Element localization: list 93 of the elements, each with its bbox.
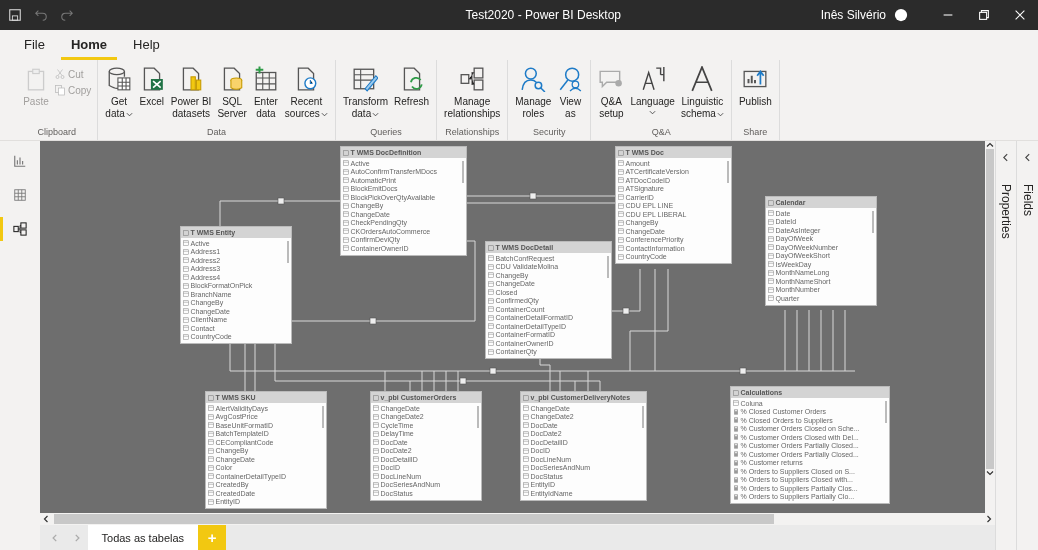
scroll-down-icon[interactable] [985, 469, 994, 477]
relationship-line[interactable] [274, 341, 600, 392]
caret-icon [125, 110, 133, 118]
calculator-icon [732, 408, 739, 415]
caret-icon [320, 110, 328, 118]
ribbon-button[interactable]: Recent sources [281, 66, 331, 120]
report-view-icon[interactable] [12, 154, 27, 168]
pane-label[interactable]: Properties [998, 184, 1013, 239]
caret-icon [372, 110, 380, 118]
table-icon [732, 389, 739, 396]
scrollbar-thumb[interactable] [726, 161, 729, 183]
group-label: Security [532, 127, 567, 139]
caret-icon [716, 110, 724, 118]
table-icon [487, 244, 494, 251]
relationship-line[interactable] [539, 356, 550, 392]
column-icon [522, 490, 529, 497]
page-tab[interactable]: Todas as tabelas [87, 525, 199, 550]
relationship-line[interactable] [229, 341, 855, 375]
table-icon [767, 199, 774, 206]
column-icon [767, 295, 774, 302]
schema-icon [689, 66, 716, 92]
ribbon-button[interactable]: Power BI datasets [167, 66, 215, 120]
ribbon-button[interactable]: Excel [135, 66, 168, 108]
table-icon [372, 394, 379, 401]
ribbon-button[interactable]: Get data [102, 66, 136, 120]
pane-label[interactable]: Fields [1020, 184, 1035, 216]
model-view-icon[interactable] [12, 222, 27, 236]
ribbon-button[interactable]: Linguistic schema [677, 66, 727, 120]
redo-icon[interactable] [60, 8, 74, 22]
ribbon-button[interactable]: Publish [735, 66, 775, 108]
ribbon-button[interactable]: Manage roles [512, 66, 555, 120]
horizontal-scrollbar-thumb[interactable] [53, 514, 774, 524]
scissors-icon [54, 68, 66, 80]
table-icon [182, 229, 189, 236]
table-icon [522, 394, 529, 401]
scrollbar-thumb[interactable] [321, 406, 324, 428]
ribbon-button[interactable]: Manage relationships [441, 66, 504, 120]
caret-icon [649, 109, 657, 116]
ribbon-button[interactable]: Transform data [339, 66, 392, 120]
restore-icon[interactable] [977, 8, 991, 22]
group-label: Data [206, 127, 228, 139]
menu-tab[interactable]: File [14, 37, 55, 60]
scrollbar-thumb[interactable] [476, 406, 479, 428]
vertical-scrollbar-thumb[interactable] [985, 149, 994, 469]
undo-icon[interactable] [34, 8, 48, 22]
user-icon [557, 66, 584, 92]
column-icon [732, 400, 739, 407]
scroll-right-icon[interactable] [984, 515, 993, 523]
ribbon-button[interactable]: SQL Server [214, 66, 250, 120]
expand-pane-icon[interactable] [1001, 153, 1011, 162]
table-icon [617, 149, 624, 156]
ribbon-button[interactable]: Language [627, 66, 678, 116]
group-label: Clipboard [36, 127, 77, 139]
ribbon-button[interactable]: Refresh [391, 66, 433, 108]
relationship-line[interactable] [244, 341, 245, 392]
scroll-left-icon[interactable] [41, 515, 50, 523]
scrollbar-thumb[interactable] [286, 241, 289, 263]
database-table-icon [106, 66, 133, 92]
relationship-line[interactable] [254, 341, 255, 392]
user-name: Inês Silvério [820, 8, 886, 22]
scroll-up-icon[interactable] [985, 141, 994, 149]
group-label: Q&A [650, 127, 672, 139]
user-search-icon [520, 66, 547, 92]
relationship-line[interactable] [629, 268, 668, 372]
table-icon [342, 149, 349, 156]
ribbon-button[interactable]: Q&A setup [595, 66, 628, 120]
scrollbar-thumb[interactable] [884, 401, 887, 423]
menu-tab[interactable]: Help [123, 37, 170, 60]
column-icon [342, 245, 349, 252]
relationship-line[interactable] [219, 197, 340, 227]
scrollbar-thumb[interactable] [461, 161, 464, 183]
relationship-line[interactable] [609, 268, 640, 315]
save-icon[interactable] [8, 8, 22, 22]
ribbon-button[interactable]: View as [554, 66, 587, 120]
scrollbar-thumb[interactable] [871, 211, 874, 233]
data-view-icon[interactable] [12, 188, 27, 202]
close-icon[interactable] [1013, 8, 1027, 22]
table-pencil-icon [352, 66, 379, 92]
group-label: Relationships [444, 127, 501, 139]
copy-icon [54, 84, 66, 96]
relationship-line[interactable] [464, 192, 615, 200]
table-icon [207, 394, 214, 401]
expand-pane-icon[interactable] [1023, 153, 1033, 162]
window-title: Test2020 - Power BI Desktop [465, 8, 621, 22]
scrollbar-thumb[interactable] [606, 256, 609, 278]
avatar-icon[interactable] [894, 8, 908, 22]
relationship-icon [459, 66, 486, 92]
table-card[interactable] [729, 386, 890, 504]
scrollbar-thumb[interactable] [641, 406, 644, 428]
column-icon [372, 490, 379, 497]
ribbon-button[interactable]: Enter data [249, 66, 282, 120]
group-label: Share [742, 127, 769, 139]
group-label: Queries [369, 127, 403, 139]
